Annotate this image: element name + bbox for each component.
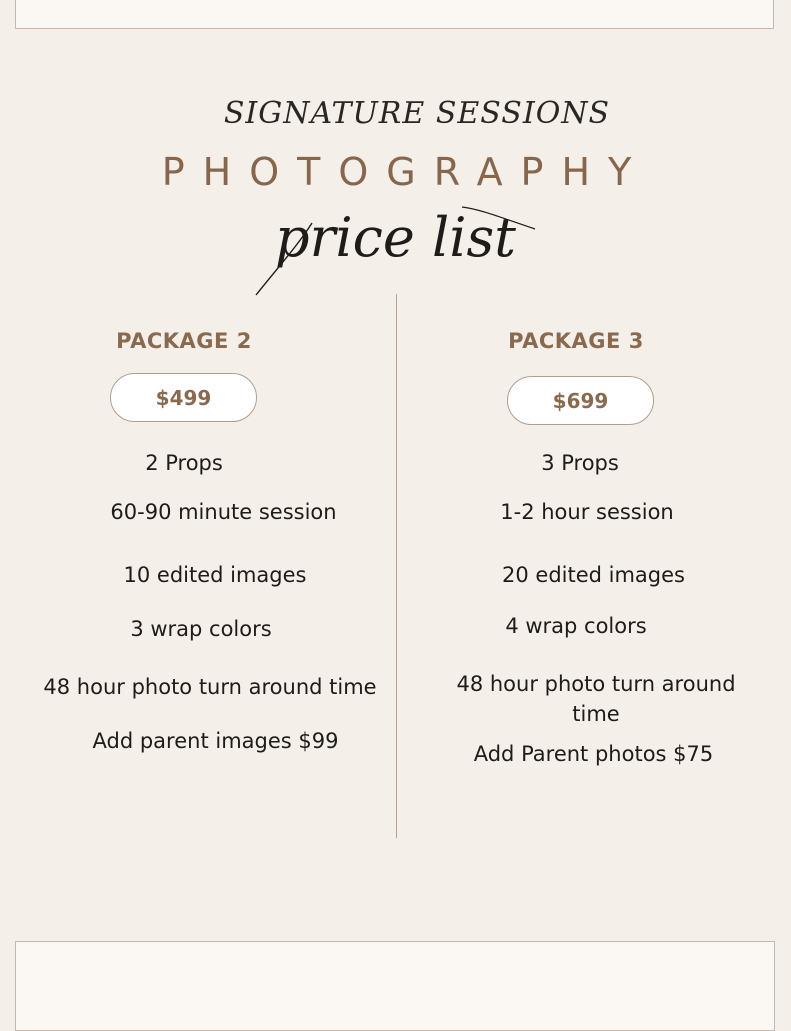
package-2-feature: 2 Props — [145, 451, 223, 475]
package-3-feature: 20 edited images — [502, 563, 685, 587]
package-2-title: PACKAGE 2 — [116, 329, 252, 353]
package-3-feature: 4 wrap colors — [505, 614, 647, 638]
package-3-feature: Add Parent photos $75 — [473, 742, 714, 766]
package-3-title: PACKAGE 3 — [508, 329, 644, 353]
package-2-feature: 3 wrap colors — [130, 617, 272, 641]
package-2-feature: 48 hour photo turn around time — [43, 675, 377, 699]
package-2-price-badge: $499 — [110, 373, 257, 422]
package-2-feature: Add parent images $99 — [92, 729, 339, 753]
package-3-feature: time — [572, 702, 620, 726]
top-frame — [15, 0, 774, 29]
bottom-frame — [15, 941, 775, 1031]
package-3-feature: 3 Props — [541, 451, 619, 475]
script-heading: SIGNATURE SESSIONS — [223, 96, 611, 131]
package-3-feature: 1-2 hour session — [500, 500, 674, 524]
package-3-price-badge: $699 — [507, 376, 654, 425]
package-2-feature: 10 edited images — [123, 563, 307, 587]
package-2-feature: 60-90 minute session — [110, 500, 337, 524]
package-3-feature: 48 hour photo turn around — [456, 672, 736, 696]
page-title: PHOTOGRAPHY — [161, 150, 650, 194]
script-flourish — [255, 206, 536, 296]
